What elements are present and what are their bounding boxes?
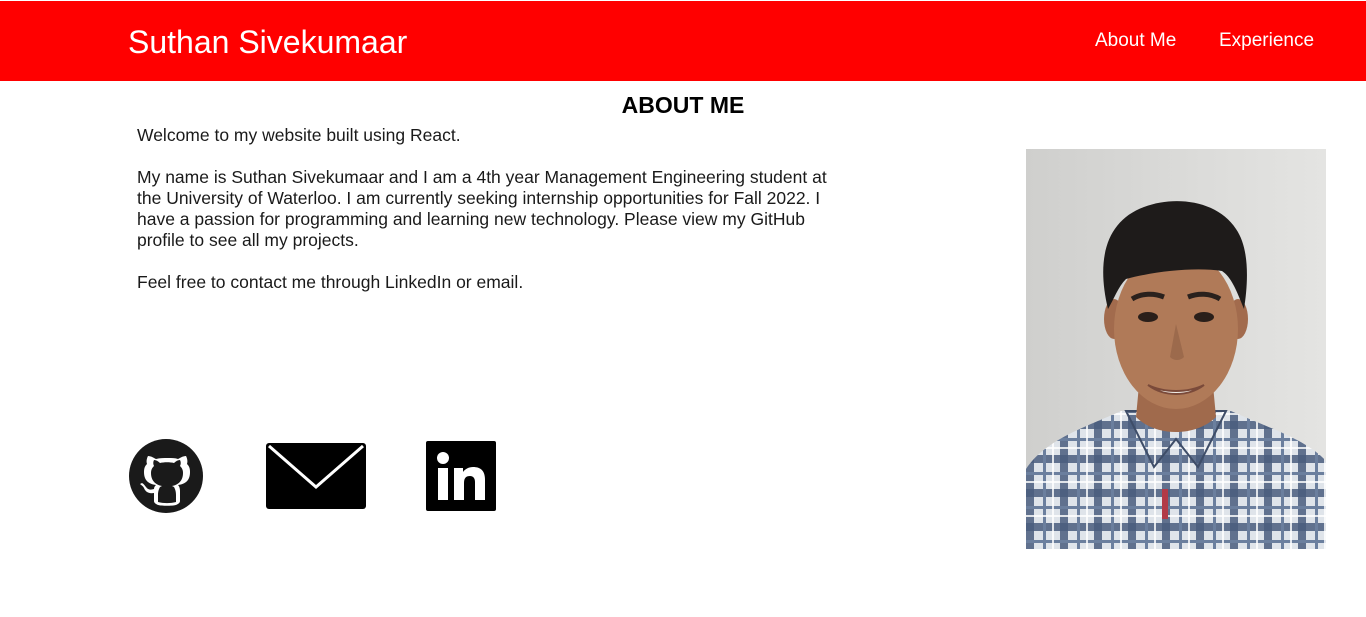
welcome-paragraph: Welcome to my website built using React. (137, 125, 461, 145)
linkedin-icon (426, 441, 496, 511)
github-link[interactable] (128, 439, 204, 513)
site-brand[interactable]: Suthan Sivekumaar (128, 23, 407, 61)
bio-paragraph: My name is Suthan Sivekumaar and I am a … (137, 167, 827, 250)
contact-paragraph: Feel free to contact me through LinkedIn… (137, 272, 524, 292)
email-icon (266, 443, 366, 509)
nav-link-experience[interactable]: Experience (1219, 30, 1314, 52)
github-icon (129, 439, 203, 513)
profile-photo (1026, 149, 1326, 549)
linkedin-link[interactable] (426, 441, 496, 511)
top-navbar: Suthan Sivekumaar About Me Experience (0, 1, 1366, 81)
nav-link-about-me[interactable]: About Me (1095, 30, 1176, 52)
about-content: Welcome to my website built using React.… (137, 125, 827, 314)
page-title: ABOUT ME (621, 92, 745, 118)
email-link[interactable] (266, 443, 366, 509)
